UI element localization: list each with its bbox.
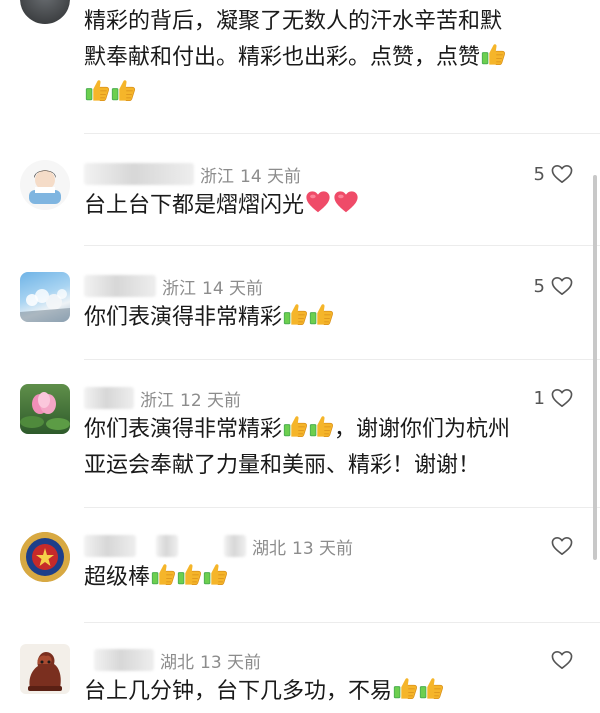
comment-meta: 浙江 14 天前: [84, 160, 301, 188]
comment-time: 13 天前: [292, 538, 354, 559]
thumbs-up-emoji: [282, 413, 308, 439]
like-count: 5: [533, 163, 545, 185]
comment-location: 浙江: [162, 278, 196, 299]
comment-line-1: 精彩的背后，凝聚了无数人的汗水辛苦和默: [84, 9, 503, 34]
comment-location: 浙江: [200, 166, 234, 187]
comment-text-content: 你们表演得非常精彩: [84, 305, 283, 330]
author-name-blurred[interactable]: [94, 649, 154, 671]
comment-time: 14 天前: [202, 278, 264, 299]
thumbs-up-emoji: [480, 41, 506, 67]
comment-text-part-a: 你们表演得非常精彩: [84, 417, 283, 442]
comment-meta: 浙江 14 天前: [84, 272, 263, 300]
comment-meta: 浙江 12 天前: [84, 384, 241, 412]
thumbs-up-emoji: [308, 413, 334, 439]
comment-3: 浙江 12 天前 1 你们表演得非常精彩 ，谢谢你们为杭州 亚运会奉献了力量和美丽…: [0, 374, 600, 504]
comment-text-part-b: ，谢谢你们为杭州: [334, 417, 511, 442]
author-name-blurred[interactable]: [156, 535, 178, 557]
comment-text-content: 超级棒: [84, 565, 151, 590]
comment-location: 浙江: [140, 390, 174, 411]
comment-time: 14 天前: [240, 166, 302, 187]
comment-text-content: 台上台下都是熠熠闪光: [84, 193, 305, 218]
thumbs-up-emoji: [202, 561, 228, 587]
like-button[interactable]: 5: [534, 160, 573, 188]
divider: [84, 359, 600, 360]
avatar[interactable]: [20, 644, 70, 694]
like-button[interactable]: [545, 646, 573, 674]
comment-2: 浙江 14 天前 5 你们表演得非常精彩: [0, 262, 600, 362]
avatar[interactable]: [20, 0, 70, 24]
like-button[interactable]: [545, 532, 573, 560]
author-name-blurred[interactable]: [84, 387, 134, 409]
divider: [84, 507, 600, 508]
comment-meta: 湖北 13 天前: [84, 532, 353, 560]
heart-outline-icon: [551, 388, 573, 408]
thumbs-up-emoji: [150, 561, 176, 587]
comment-text-content: 台上几分钟，台下几多功，不易: [84, 679, 393, 704]
divider: [84, 133, 600, 134]
avatar[interactable]: [20, 384, 70, 434]
thumbs-up-emoji: [176, 561, 202, 587]
comment-time: 12 天前: [180, 390, 242, 411]
comment-text: 你们表演得非常精彩: [84, 300, 584, 336]
comment-0: 精彩的背后，凝聚了无数人的汗水辛苦和默 默奉献和付出。精彩也出彩。点赞，点赞: [0, 0, 600, 130]
author-name-blurred[interactable]: [84, 163, 194, 185]
like-count: 1: [533, 387, 545, 409]
comment-1: 浙江 14 天前 5 台上台下都是熠熠闪光: [0, 150, 600, 250]
red-heart-emoji: [332, 189, 360, 215]
thumbs-up-emoji: [418, 675, 444, 701]
red-heart-emoji: [304, 189, 332, 215]
avatar[interactable]: [20, 532, 70, 582]
comment-5: 湖北 13 天前 台上几分钟，台下几多功，不易: [0, 636, 600, 713]
avatar[interactable]: [20, 272, 70, 322]
thumbs-up-emoji: [110, 77, 136, 103]
divider: [84, 245, 600, 246]
comment-location-fragment: 湖北: [160, 652, 194, 673]
author-name-blurred[interactable]: [84, 535, 136, 557]
heart-outline-icon: [551, 164, 573, 184]
comment-meta: 湖北 13 天前: [84, 646, 261, 674]
comment-time: 13 天前: [200, 652, 262, 673]
comment-4: 湖北 13 天前 超级棒: [0, 522, 600, 622]
heart-outline-icon: [551, 276, 573, 296]
comment-text: 台上台下都是熠熠闪光: [84, 188, 584, 224]
like-count: 5: [533, 275, 545, 297]
comment-text: 你们表演得非常精彩 ，谢谢你们为杭州 亚运会奉献了力量和美丽、精彩！谢谢！: [84, 412, 584, 484]
heart-outline-icon: [551, 650, 573, 670]
thumbs-up-emoji: [392, 675, 418, 701]
scrollbar[interactable]: [593, 175, 597, 560]
thumbs-up-emoji: [84, 77, 110, 103]
like-button[interactable]: 5: [534, 272, 573, 300]
divider: [84, 622, 600, 623]
thumbs-up-emoji: [308, 301, 334, 327]
like-button[interactable]: 1: [534, 384, 573, 412]
heart-outline-icon: [551, 536, 573, 556]
avatar[interactable]: [20, 160, 70, 210]
comment-location-fragment: 湖北: [252, 538, 286, 559]
author-name-blurred[interactable]: [224, 535, 246, 557]
thumbs-up-emoji: [282, 301, 308, 327]
comment-text: 超级棒: [84, 560, 584, 596]
comment-text: 台上几分钟，台下几多功，不易: [84, 674, 584, 710]
comment-line-2: 默奉献和付出。精彩也出彩。点赞，点赞: [84, 45, 481, 70]
comment-text: 精彩的背后，凝聚了无数人的汗水辛苦和默 默奉献和付出。精彩也出彩。点赞，点赞: [84, 4, 584, 112]
author-name-blurred[interactable]: [84, 275, 156, 297]
comment-line-2: 亚运会奉献了力量和美丽、精彩！谢谢！: [84, 453, 481, 478]
